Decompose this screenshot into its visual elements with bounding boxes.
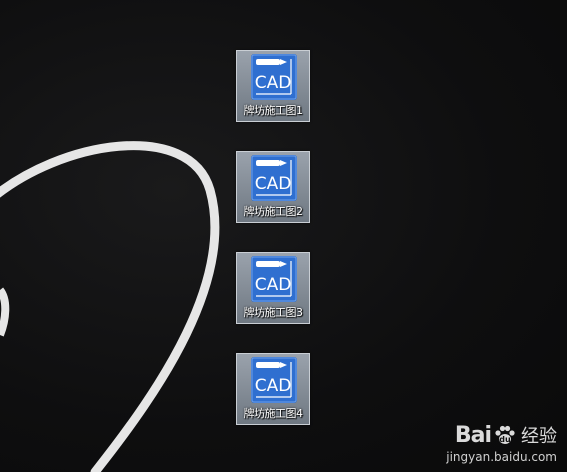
desktop-icon-cad-2[interactable]: CAD 牌坊施工图2	[236, 151, 310, 223]
cad-file-icon: CAD	[251, 155, 297, 201]
svg-text:CAD: CAD	[255, 73, 292, 93]
svg-text:CAD: CAD	[255, 275, 292, 295]
svg-text:CAD: CAD	[255, 376, 292, 396]
desktop-icon-label: 牌坊施工图3	[243, 306, 304, 319]
desktop-icon-cad-3[interactable]: CAD 牌坊施工图3	[236, 252, 310, 324]
watermark-brand-left: Bai	[454, 422, 492, 448]
watermark-brand-right: 经验	[521, 426, 557, 447]
svg-text:CAD: CAD	[255, 174, 292, 194]
svg-text:du: du	[499, 435, 511, 444]
baidu-jingyan-watermark: Bai du 经验 jingyan.baidu.com	[446, 422, 557, 465]
desktop-icon-label: 牌坊施工图4	[243, 407, 304, 420]
watermark-url: jingyan.baidu.com	[446, 450, 557, 464]
cad-file-icon: CAD	[251, 54, 297, 100]
cad-file-icon: CAD	[251, 357, 297, 403]
desktop-icon-label: 牌坊施工图1	[243, 104, 304, 117]
cad-file-icon: CAD	[251, 256, 297, 302]
desktop-icon-cad-1[interactable]: CAD 牌坊施工图1	[236, 50, 310, 122]
desktop-icon-label: 牌坊施工图2	[243, 205, 304, 218]
desktop-icon-cad-4[interactable]: CAD 牌坊施工图4	[236, 353, 310, 425]
paw-icon: du	[495, 425, 515, 444]
